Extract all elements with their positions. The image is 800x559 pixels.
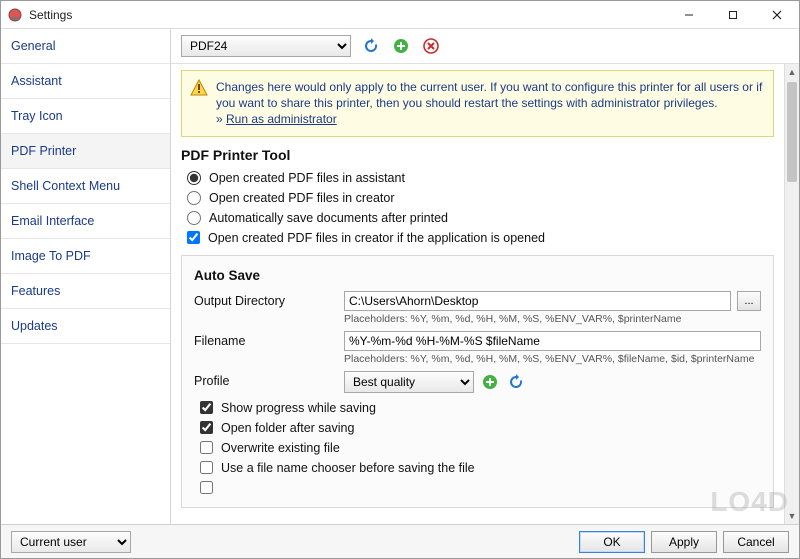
scope-select[interactable]: Current user bbox=[11, 531, 131, 553]
profile-select[interactable]: Best quality bbox=[344, 371, 474, 393]
cancel-button[interactable]: Cancel bbox=[723, 531, 789, 553]
radio-auto-save[interactable]: Automatically save documents after print… bbox=[187, 211, 774, 225]
sidebar-item-label: PDF Printer bbox=[11, 144, 76, 158]
sidebar-item-email-interface[interactable]: Email Interface bbox=[1, 204, 170, 239]
titlebar: Settings bbox=[1, 1, 799, 29]
sidebar-item-assistant[interactable]: Assistant bbox=[1, 64, 170, 99]
ok-button[interactable]: OK bbox=[579, 531, 645, 553]
auto-save-panel: Auto Save Output Directory ... Placehold… bbox=[181, 255, 774, 508]
checkbox-show-progress[interactable]: Show progress while saving bbox=[200, 401, 761, 415]
sidebar-item-image-to-pdf[interactable]: Image To PDF bbox=[1, 239, 170, 274]
auto-save-options: Show progress while saving Open folder a… bbox=[200, 401, 761, 495]
sidebar-item-label: Features bbox=[11, 284, 60, 298]
filename-label: Filename bbox=[194, 331, 334, 348]
settings-content: Changes here would only apply to the cur… bbox=[171, 64, 784, 524]
checkbox-filename-chooser[interactable]: Use a file name chooser before saving th… bbox=[200, 461, 761, 475]
section-title-printer-tool: PDF Printer Tool bbox=[181, 147, 774, 163]
sidebar-item-general[interactable]: General bbox=[1, 29, 170, 64]
dialog-footer: Current user OK Apply Cancel bbox=[1, 524, 799, 558]
add-button[interactable] bbox=[391, 36, 411, 56]
warning-text: Changes here would only apply to the cur… bbox=[216, 80, 762, 110]
radio-open-in-assistant[interactable]: Open created PDF files in assistant bbox=[187, 171, 774, 185]
printer-toolbar: PDF24 bbox=[171, 29, 799, 63]
run-as-admin-link[interactable]: Run as administrator bbox=[226, 112, 337, 126]
radio-open-in-creator[interactable]: Open created PDF files in creator bbox=[187, 191, 774, 205]
vertical-scrollbar[interactable]: ▲ ▼ bbox=[784, 64, 799, 524]
scrollbar-thumb[interactable] bbox=[787, 82, 797, 182]
sidebar-item-shell-context-menu[interactable]: Shell Context Menu bbox=[1, 169, 170, 204]
section-title-auto-save: Auto Save bbox=[194, 268, 761, 283]
filename-input[interactable] bbox=[344, 331, 761, 351]
checkbox-cutoff[interactable] bbox=[200, 481, 761, 495]
sidebar-item-label: Tray Icon bbox=[11, 109, 63, 123]
checkbox-open-in-creator-if-open[interactable]: Open created PDF files in creator if the… bbox=[187, 231, 774, 245]
sidebar-item-updates[interactable]: Updates bbox=[1, 309, 170, 344]
sidebar-item-label: Image To PDF bbox=[11, 249, 91, 263]
settings-sidebar: General Assistant Tray Icon PDF Printer … bbox=[1, 29, 171, 524]
printer-select[interactable]: PDF24 bbox=[181, 35, 351, 57]
sidebar-item-label: Updates bbox=[11, 319, 58, 333]
warning-link-prefix: » bbox=[216, 112, 226, 126]
apply-button[interactable]: Apply bbox=[651, 531, 717, 553]
app-icon bbox=[7, 7, 23, 23]
profile-refresh-button[interactable] bbox=[506, 372, 526, 392]
profile-add-button[interactable] bbox=[480, 372, 500, 392]
sidebar-item-label: General bbox=[11, 39, 55, 53]
warning-icon bbox=[190, 79, 208, 97]
checkbox-open-folder[interactable]: Open folder after saving bbox=[200, 421, 761, 435]
output-dir-browse-button[interactable]: ... bbox=[737, 291, 761, 311]
close-button[interactable] bbox=[755, 1, 799, 29]
sidebar-item-pdf-printer[interactable]: PDF Printer bbox=[1, 134, 170, 169]
minimize-button[interactable] bbox=[667, 1, 711, 29]
sidebar-item-label: Assistant bbox=[11, 74, 62, 88]
scroll-down-icon[interactable]: ▼ bbox=[785, 508, 799, 524]
sidebar-item-tray-icon[interactable]: Tray Icon bbox=[1, 99, 170, 134]
output-dir-hint: Placeholders: %Y, %m, %d, %H, %M, %S, %E… bbox=[344, 313, 761, 325]
open-mode-radio-group: Open created PDF files in assistant Open… bbox=[187, 171, 774, 245]
filename-hint: Placeholders: %Y, %m, %d, %H, %M, %S, %E… bbox=[344, 353, 761, 365]
sidebar-item-features[interactable]: Features bbox=[1, 274, 170, 309]
sidebar-item-label: Shell Context Menu bbox=[11, 179, 120, 193]
remove-button[interactable] bbox=[421, 36, 441, 56]
output-dir-label: Output Directory bbox=[194, 291, 334, 308]
output-dir-input[interactable] bbox=[344, 291, 731, 311]
checkbox-overwrite[interactable]: Overwrite existing file bbox=[200, 441, 761, 455]
window-title: Settings bbox=[29, 8, 72, 22]
scroll-up-icon[interactable]: ▲ bbox=[785, 64, 799, 80]
sidebar-item-label: Email Interface bbox=[11, 214, 94, 228]
admin-warning-box: Changes here would only apply to the cur… bbox=[181, 70, 774, 137]
maximize-button[interactable] bbox=[711, 1, 755, 29]
refresh-button[interactable] bbox=[361, 36, 381, 56]
profile-label: Profile bbox=[194, 371, 334, 388]
